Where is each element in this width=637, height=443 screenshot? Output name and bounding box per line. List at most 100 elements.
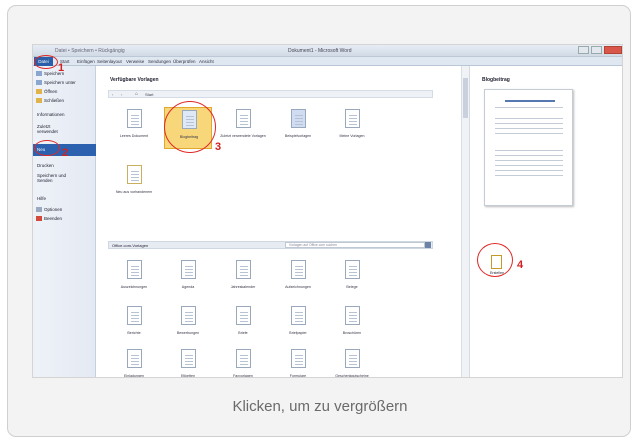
template-category[interactable]: Briefe xyxy=(219,304,267,346)
quick-access-toolbar: Datei • Speichern • Rückgängig xyxy=(55,48,125,54)
marker-number-1: 1 xyxy=(58,62,65,74)
category-icon xyxy=(127,306,142,325)
template-samples[interactable]: Beispielvorlagen xyxy=(274,107,322,149)
template-category[interactable]: Etiketten xyxy=(164,347,212,377)
close-doc-icon xyxy=(36,98,42,103)
window-title: Dokument1 - Microsoft Word xyxy=(288,48,352,54)
template-category[interactable]: Auszeichnungen xyxy=(110,258,158,300)
marker-circle-2 xyxy=(34,140,60,156)
template-category[interactable]: Broschüren xyxy=(328,304,376,346)
category-icon xyxy=(127,260,142,279)
template-category[interactable]: Briefpapier xyxy=(274,304,322,346)
back-arrow-icon[interactable]: ‹ xyxy=(112,92,113,97)
template-category[interactable]: Einladungen xyxy=(110,347,158,377)
save-as-icon xyxy=(36,80,42,85)
title-bar: Datei • Speichern • Rückgängig Dokument1… xyxy=(33,45,622,57)
recent-templates-icon xyxy=(236,109,251,128)
template-category[interactable]: Faxvorlagen xyxy=(219,347,267,377)
template-recent[interactable]: Zuletzt verwendete Vorlagen xyxy=(219,107,267,149)
category-icon xyxy=(345,306,360,325)
category-icon xyxy=(181,349,196,368)
template-category[interactable]: Formulare xyxy=(274,347,322,377)
category-icon xyxy=(236,260,251,279)
template-my-templates[interactable]: Meine Vorlagen xyxy=(328,107,376,149)
template-category[interactable]: Jahreskalender xyxy=(219,258,267,300)
preview-pane: Blogbeitrag Erstellen xyxy=(469,66,622,377)
template-preview xyxy=(484,89,573,206)
nav-home-label[interactable]: Start xyxy=(145,92,153,97)
preview-line xyxy=(495,170,563,171)
options-icon xyxy=(36,207,42,212)
forward-arrow-icon[interactable]: › xyxy=(121,92,122,97)
blank-document-icon xyxy=(127,109,142,128)
window-controls xyxy=(578,46,622,54)
menu-recent[interactable]: Zuletzt verwendet xyxy=(33,124,96,138)
template-search-input[interactable]: Vorlagen auf Office.com suchen xyxy=(285,242,425,248)
preview-title-line xyxy=(505,100,555,102)
minimize-icon xyxy=(578,46,589,54)
marker-circle-3 xyxy=(164,101,216,153)
template-category[interactable]: Bewerbungen xyxy=(164,304,212,346)
home-icon[interactable]: ⌂ xyxy=(135,91,138,97)
preview-line xyxy=(495,123,563,124)
category-icon xyxy=(236,306,251,325)
preview-line xyxy=(495,155,563,156)
marker-number-3: 3 xyxy=(215,141,222,153)
tab-view[interactable]: Ansicht xyxy=(199,59,214,64)
template-new-from-existing[interactable]: Neu aus vorhandenem xyxy=(110,163,158,205)
preview-line xyxy=(495,118,563,119)
template-category[interactable]: Agenda xyxy=(164,258,212,300)
templates-heading: Verfügbare Vorlagen xyxy=(110,77,159,83)
sample-templates-icon xyxy=(291,109,306,128)
marker-circle-1 xyxy=(34,55,58,69)
enlarge-caption[interactable]: Klicken, um zu vergrößern xyxy=(8,398,632,415)
template-blank-document[interactable]: Leeres Dokument xyxy=(110,107,158,149)
close-icon xyxy=(604,46,622,54)
save-icon xyxy=(36,71,42,76)
template-navigation: ‹ › ⌂ Start xyxy=(108,90,433,98)
tab-page-layout[interactable]: Seitenlayout xyxy=(97,59,122,64)
scroll-thumb[interactable] xyxy=(463,78,468,118)
backstage-menu: Speichern Speichern unter Öffnen Schließ… xyxy=(33,66,102,377)
category-icon xyxy=(345,260,360,279)
preview-heading: Blogbeitrag xyxy=(482,77,510,83)
marker-circle-4 xyxy=(477,243,513,277)
preview-line xyxy=(495,150,563,151)
preview-line xyxy=(495,107,563,108)
office-templates-label: Office.com-Vorlagen xyxy=(112,243,149,248)
search-arrow-icon[interactable] xyxy=(425,242,431,248)
template-category[interactable]: Berichte xyxy=(110,304,158,346)
templates-scrollbar[interactable] xyxy=(461,66,469,377)
category-icon xyxy=(181,306,196,325)
open-folder-icon xyxy=(36,89,42,94)
marker-number-4: 4 xyxy=(517,259,524,271)
tab-mailings[interactable]: Sendungen xyxy=(148,59,171,64)
my-templates-icon xyxy=(345,109,360,128)
preview-line xyxy=(495,165,563,166)
template-category[interactable]: Aufzeichnungen xyxy=(274,258,322,300)
word-screenshot[interactable]: Datei • Speichern • Rückgängig Dokument1… xyxy=(32,44,623,378)
preview-line xyxy=(495,175,563,176)
tab-references[interactable]: Verweise xyxy=(126,59,144,64)
preview-line xyxy=(495,128,563,129)
tab-review[interactable]: Überprüfen xyxy=(173,59,196,64)
category-icon xyxy=(181,260,196,279)
exit-icon xyxy=(36,216,42,221)
menu-save-send[interactable]: Speichern und Senden xyxy=(33,173,96,187)
office-templates-bar: Office.com-Vorlagen Vorlagen auf Office.… xyxy=(108,241,433,249)
category-icon xyxy=(291,306,306,325)
category-icon xyxy=(291,349,306,368)
maximize-icon xyxy=(591,46,602,54)
image-card: Datei • Speichern • Rückgängig Dokument1… xyxy=(7,5,631,437)
preview-line xyxy=(495,133,563,134)
category-icon xyxy=(345,349,360,368)
category-icon xyxy=(291,260,306,279)
category-icon xyxy=(236,349,251,368)
template-category[interactable]: Geschenkgutscheine xyxy=(328,347,376,377)
category-icon xyxy=(127,349,142,368)
templates-pane: Verfügbare Vorlagen ‹ › ⌂ Start Leeres D… xyxy=(96,66,438,377)
ribbon-tab-bar: Datei Start Einfügen Seitenlayout Verwei… xyxy=(33,57,622,66)
tab-insert[interactable]: Einfügen xyxy=(77,59,95,64)
template-category[interactable]: Belege xyxy=(328,258,376,300)
marker-number-2: 2 xyxy=(62,147,69,159)
